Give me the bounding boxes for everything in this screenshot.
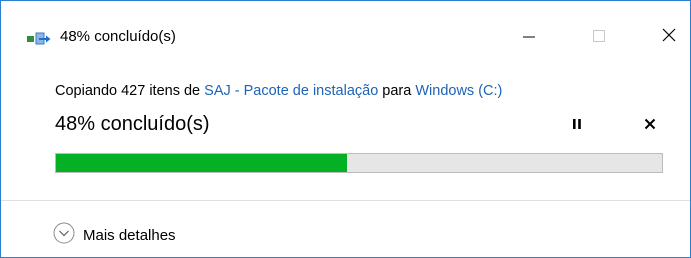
pause-button[interactable] [566, 115, 588, 137]
copy-prefix: Copiando 427 itens de [55, 83, 205, 99]
progress-percent-label: 48% concluído(s) [55, 113, 210, 135]
pause-icon [571, 117, 583, 135]
more-details-label: Mais detalhes [83, 227, 176, 244]
cancel-icon [644, 117, 656, 135]
minimize-icon [522, 28, 536, 47]
more-details-toggle[interactable]: Mais detalhes [53, 222, 176, 249]
maximize-icon [592, 28, 606, 47]
close-icon [661, 27, 677, 48]
copy-middle: para [378, 83, 416, 99]
file-copy-icon [27, 32, 53, 46]
progress-bar-fill [56, 154, 347, 172]
source-link[interactable]: SAJ - Pacote de instalação [204, 83, 378, 99]
minimize-button[interactable] [506, 15, 552, 59]
copy-status-line: Copiando 427 itens de SAJ - Pacote de in… [55, 83, 502, 99]
progress-bar [55, 153, 663, 173]
copy-dialog-window: 48% concluído(s) Copiando 427 itens de S… [0, 0, 691, 258]
destination-link[interactable]: Windows (C:) [415, 83, 502, 99]
chevron-down-circle-icon [53, 222, 75, 249]
cancel-button[interactable] [639, 115, 661, 137]
title-bar[interactable]: 48% concluído(s) [1, 1, 690, 61]
maximize-button[interactable] [576, 15, 622, 59]
dialog-footer: Mais detalhes [1, 201, 690, 257]
close-button[interactable] [646, 15, 691, 59]
window-title: 48% concluído(s) [60, 28, 176, 45]
